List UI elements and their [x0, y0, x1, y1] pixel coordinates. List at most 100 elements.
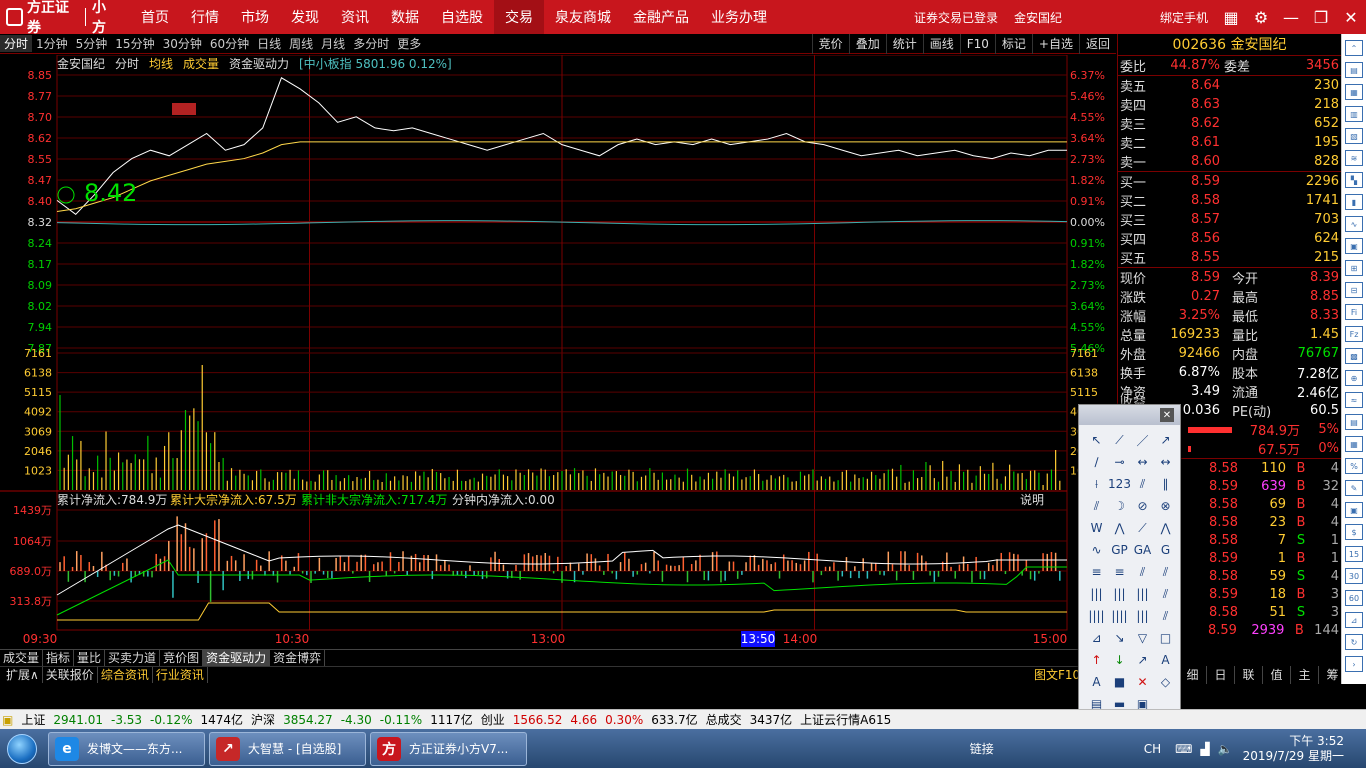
side-icon-4[interactable]: ▧ [1345, 128, 1363, 144]
draw-tool-19[interactable]: ⋀ [1154, 517, 1177, 539]
draw-tool-25[interactable]: ≡ [1108, 561, 1131, 583]
draw-tool-12[interactable]: ⫽ [1085, 495, 1108, 517]
period-tab-2[interactable]: 5分钟 [72, 35, 112, 52]
close-icon[interactable]: ✕ [1338, 4, 1364, 30]
side-icon-0[interactable]: ⌃ [1345, 40, 1363, 56]
draw-tool-9[interactable]: 123 [1108, 473, 1131, 495]
draw-tool-36[interactable]: ⊿ [1085, 627, 1108, 649]
volume-icon[interactable]: 🔈 [1218, 742, 1233, 756]
side-icon-17[interactable]: ▤ [1345, 414, 1363, 430]
taskbar-item-browser[interactable]: e 发博文——东方... [48, 731, 205, 766]
side-icon-9[interactable]: ▣ [1345, 238, 1363, 254]
ime-indicator[interactable]: CH [1144, 742, 1161, 756]
draw-tool-23[interactable]: G [1154, 539, 1177, 561]
link-toolbar[interactable]: 链接 [970, 740, 994, 757]
network-icon[interactable]: ▟ [1200, 742, 1209, 756]
chart-tool-6[interactable]: +自选 [1031, 34, 1079, 54]
nav-item-6[interactable]: 自选股 [430, 0, 494, 34]
nav-item-3[interactable]: 发现 [280, 0, 330, 34]
sells-row[interactable]: 卖四 8.63 218 [1118, 95, 1341, 114]
panel-tab-1[interactable]: 日 [1206, 666, 1234, 684]
draw-tool-32[interactable]: |||| [1085, 605, 1108, 627]
sells-row[interactable]: 卖一 8.60 828 [1118, 152, 1341, 171]
draw-tool-47[interactable]: ◇ [1154, 671, 1177, 693]
minimize-icon[interactable]: — [1278, 4, 1304, 30]
draw-tool-13[interactable]: ☽ [1108, 495, 1131, 517]
bind-phone-link[interactable]: 绑定手机 [1160, 9, 1208, 26]
chart-tool-0[interactable]: 竞价 [811, 34, 849, 54]
nav-item-0[interactable]: 首页 [130, 0, 180, 34]
nav-item-7[interactable]: 交易 [494, 0, 544, 34]
chart-tool-5[interactable]: 标记 [994, 34, 1032, 54]
draw-tool-2[interactable]: ／ [1131, 429, 1154, 451]
info-tab-2[interactable]: 综合资讯 [98, 667, 153, 683]
drawing-toolbox[interactable]: ✕ ↖ ⟋ ／ ↗ ∕ ⊸ ↔ ↔ ⟊ 123 ⫽ ∥ ⫽ ☽ ⊘ ⊗ W ⋀ ⟋ ⋀ ∿ GP GA G ≡ ≡ ⫽ ⫽ ||| |||… [1078, 404, 1181, 733]
taskbar-item-founder[interactable]: 方方正证券小方V7... [370, 731, 527, 766]
gear-icon[interactable]: ⚙ [1248, 4, 1274, 30]
draw-tool-0[interactable]: ↖ [1085, 429, 1108, 451]
intraday-chart[interactable]: 8.85 6.37% 8.77 5.46% 8.70 4.55% 8.62 3.64% 8.55… [0, 55, 1117, 649]
draw-tool-4[interactable]: ∕ [1085, 451, 1108, 473]
side-icon-11[interactable]: ⊟ [1345, 282, 1363, 298]
side-icon-10[interactable]: ⊞ [1345, 260, 1363, 276]
draw-tool-3[interactable]: ↗ [1154, 429, 1177, 451]
indicator-tab-1[interactable]: 指标 [43, 650, 75, 666]
period-tab-6[interactable]: 日线 [253, 35, 285, 52]
nav-item-5[interactable]: 数据 [380, 0, 430, 34]
side-icon-26[interactable]: ⊿ [1345, 612, 1363, 628]
draw-tool-35[interactable]: ⫽ [1154, 605, 1177, 627]
side-icon-20[interactable]: ✎ [1345, 480, 1363, 496]
period-tab-10[interactable]: 更多 [393, 35, 425, 52]
clock[interactable]: 下午 3:52 2019/7/29 星期一 [1243, 734, 1344, 764]
side-icon-25[interactable]: 60 [1345, 590, 1363, 606]
indicator-tab-2[interactable]: 量比 [74, 650, 106, 666]
draw-tool-16[interactable]: W [1085, 517, 1108, 539]
period-tab-0[interactable]: 分时 [0, 35, 33, 52]
toolbox-close-icon[interactable]: ✕ [1160, 408, 1174, 422]
draw-tool-34[interactable]: ||| [1131, 605, 1154, 627]
side-icon-3[interactable]: ▥ [1345, 106, 1363, 122]
chart-tool-1[interactable]: 叠加 [848, 34, 886, 54]
draw-tool-30[interactable]: ||| [1131, 583, 1154, 605]
nav-item-4[interactable]: 资讯 [330, 0, 380, 34]
draw-tool-8[interactable]: ⟊ [1085, 473, 1108, 495]
draw-tool-46[interactable]: ✕ [1131, 671, 1154, 693]
draw-tool-38[interactable]: ▽ [1131, 627, 1154, 649]
draw-tool-28[interactable]: ||| [1085, 583, 1108, 605]
draw-tool-26[interactable]: ⫽ [1131, 561, 1154, 583]
draw-tool-22[interactable]: GA [1131, 539, 1154, 561]
buys-row[interactable]: 买一 8.59 2296 [1118, 172, 1341, 191]
sells-row[interactable]: 卖二 8.61 195 [1118, 133, 1341, 152]
chart-tool-3[interactable]: 画线 [922, 34, 960, 54]
draw-tool-21[interactable]: GP [1108, 539, 1131, 561]
side-icon-27[interactable]: ↻ [1345, 634, 1363, 650]
period-tab-3[interactable]: 15分钟 [111, 35, 158, 52]
indicator-tab-3[interactable]: 买卖力道 [105, 650, 161, 666]
side-icon-24[interactable]: 30 [1345, 568, 1363, 584]
draw-tool-20[interactable]: ∿ [1085, 539, 1108, 561]
draw-tool-31[interactable]: ⫽ [1154, 583, 1177, 605]
chart-tool-7[interactable]: 返回 [1078, 34, 1116, 54]
side-icon-28[interactable]: › [1345, 656, 1363, 672]
buys-row[interactable]: 买二 8.58 1741 [1118, 191, 1341, 210]
fund-explain-link[interactable]: 说明 [1020, 492, 1044, 507]
draw-tool-37[interactable]: ↘ [1108, 627, 1131, 649]
side-icon-14[interactable]: ▩ [1345, 348, 1363, 364]
draw-tool-18[interactable]: ⟋ [1131, 517, 1154, 539]
draw-tool-39[interactable]: □ [1154, 627, 1177, 649]
grid-icon[interactable]: ▦ [1218, 4, 1244, 30]
draw-tool-44[interactable]: A [1085, 671, 1108, 693]
indicator-tab-4[interactable]: 竞价图 [160, 650, 204, 666]
draw-tool-1[interactable]: ⟋ [1108, 429, 1131, 451]
draw-tool-24[interactable]: ≡ [1085, 561, 1108, 583]
side-icon-15[interactable]: ⊕ [1345, 370, 1363, 386]
sells-row[interactable]: 卖五 8.64 230 [1118, 76, 1341, 95]
panel-tab-4[interactable]: 主 [1290, 666, 1318, 684]
login-status[interactable]: 证券交易已登录 [914, 9, 998, 26]
toolbox-header[interactable]: ✕ [1079, 405, 1180, 425]
nav-item-8[interactable]: 泉友商城 [544, 0, 622, 34]
buys-row[interactable]: 买四 8.56 624 [1118, 229, 1341, 248]
info-tab-3[interactable]: 行业资讯 [153, 667, 208, 683]
brand-logo[interactable]: 方正证券 小方 [0, 0, 118, 36]
period-tab-9[interactable]: 多分时 [349, 35, 393, 52]
